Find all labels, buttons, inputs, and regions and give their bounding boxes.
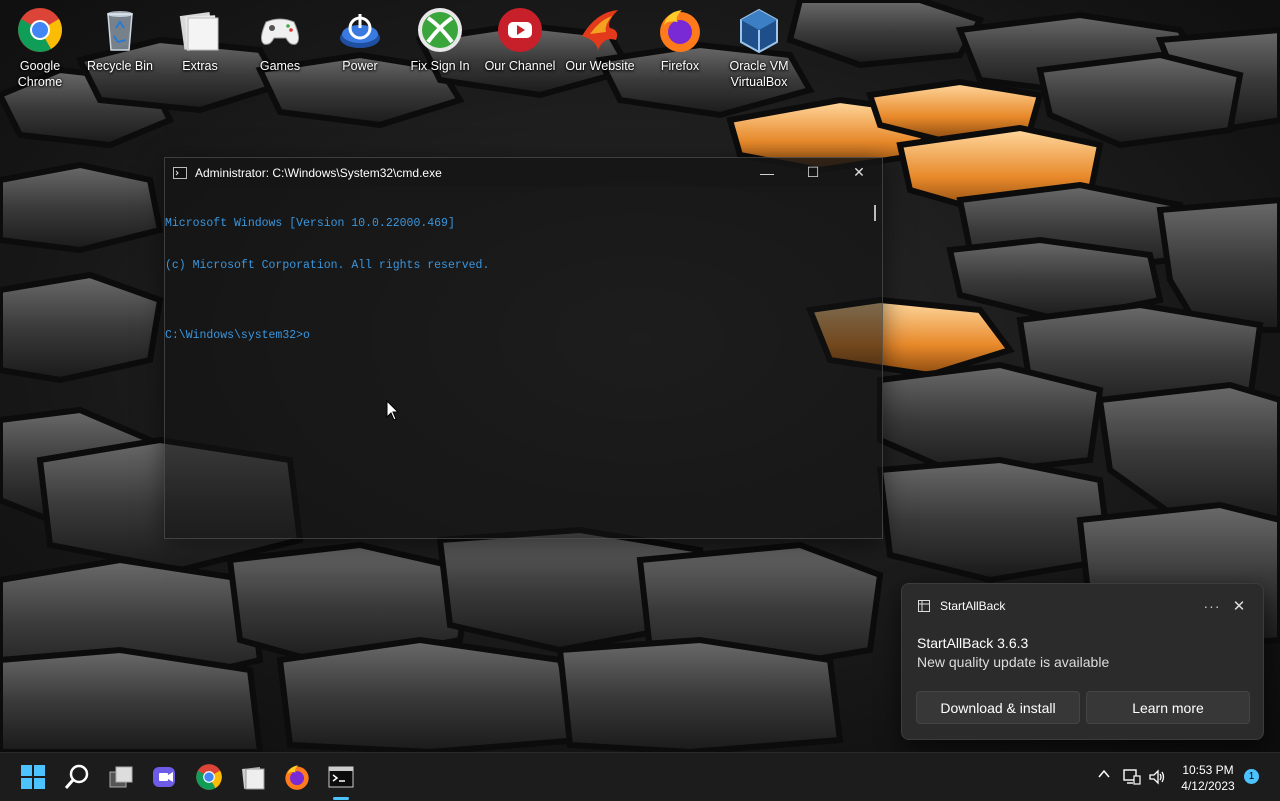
taskbar-clock[interactable]: 10:53 PM 4/12/2023 [1176, 762, 1240, 794]
console-line: (c) Microsoft Corporation. All rights re… [165, 259, 490, 272]
volume-icon[interactable] [1148, 768, 1166, 786]
file-explorer-icon[interactable] [239, 763, 267, 791]
notification-header: StartAllBack ··· ✕ [918, 597, 1251, 615]
cmd-app-icon [173, 166, 187, 179]
download-install-button[interactable]: Download & install [916, 691, 1080, 724]
clock-date: 4/12/2023 [1181, 779, 1235, 793]
desktop-icon-fix-sign-in[interactable]: Fix Sign In [400, 4, 480, 74]
xbox-icon [418, 8, 462, 52]
desktop-icon-extras[interactable]: Extras [160, 4, 240, 74]
cmd-window-title: Administrator: C:\Windows\System32\cmd.e… [195, 165, 442, 180]
recycle-bin-icon [107, 11, 133, 51]
desktop-icon-oracle-vm-virtualbox[interactable]: Oracle VM VirtualBox [719, 4, 799, 90]
desktop-icon-power[interactable]: Power [320, 4, 400, 74]
desktop-icon-label: Firefox [660, 59, 700, 73]
gamepad-icon [260, 18, 300, 45]
desktop-icon-label: Oracle VM [729, 59, 789, 73]
search-icon[interactable] [63, 763, 91, 791]
desktop-icon-label: Extras [182, 59, 218, 73]
folder-icon [179, 11, 219, 51]
task-view-icon[interactable] [107, 763, 135, 791]
console-line: Microsoft Windows [Version 10.0.22000.46… [165, 217, 455, 230]
cmd-window[interactable]: Administrator: C:\Windows\System32\cmd.e… [164, 157, 883, 539]
learn-more-button[interactable]: Learn more [1086, 691, 1250, 724]
desktop-icon-games[interactable]: Games [240, 4, 320, 74]
notification-message: New quality update is available [917, 654, 1110, 670]
close-icon[interactable]: ✕ [1227, 597, 1251, 615]
close-button[interactable]: ✕ [836, 158, 882, 187]
maximize-button[interactable]: ☐ [790, 158, 836, 187]
startallback-app-icon [918, 600, 930, 612]
chat-teams-icon[interactable] [151, 763, 179, 791]
notification-count-badge[interactable]: 1 [1244, 769, 1259, 784]
minimize-button[interactable]: — [744, 158, 790, 187]
firefox-icon[interactable] [283, 763, 311, 791]
desktop-icon-recycle-bin[interactable]: Recycle Bin [80, 4, 160, 74]
phoenix-icon [582, 10, 618, 50]
command-prompt-icon[interactable] [327, 763, 355, 791]
taskbar: 10:53 PM 4/12/2023 1 [0, 752, 1280, 801]
desktop-icon-label: Fix Sign In [410, 59, 470, 73]
desktop-icon-label: VirtualBox [730, 75, 788, 89]
youtube-icon [498, 8, 542, 52]
console-output[interactable]: Microsoft Windows [Version 10.0.22000.46… [165, 187, 882, 371]
desktop-icon-our-channel[interactable]: Our Channel [480, 4, 560, 74]
desktop-icon-label: Power [342, 59, 378, 73]
desktop-icon-our-website[interactable]: Our Website [560, 4, 640, 74]
notification-toast[interactable]: StartAllBack ··· ✕ StartAllBack 3.6.3 Ne… [901, 583, 1264, 740]
cmd-title-bar[interactable]: Administrator: C:\Windows\System32\cmd.e… [165, 158, 882, 187]
clock-time: 10:53 PM [1182, 763, 1234, 777]
more-options-icon[interactable]: ··· [1197, 598, 1227, 614]
desktop-icon-label: Games [259, 59, 301, 73]
desktop-icon-firefox[interactable]: Firefox [640, 4, 720, 74]
virtualbox-icon [740, 8, 778, 54]
notification-app-name: StartAllBack [940, 599, 1006, 613]
firefox-icon [660, 10, 700, 52]
console-scrollbar[interactable] [874, 205, 876, 221]
desktop-icon-label: Google [19, 59, 61, 73]
chevron-up-icon[interactable] [1097, 767, 1111, 781]
chrome-icon[interactable] [195, 763, 223, 791]
network-icon[interactable] [1123, 768, 1141, 786]
chrome-icon [18, 8, 62, 52]
desktop-icon-label: Our Website [565, 59, 635, 73]
desktop-icon-label: Chrome [17, 75, 63, 89]
desktop-icon-google-chrome[interactable]: Google Chrome [0, 4, 80, 90]
power-icon [340, 14, 380, 48]
start-button-windows-icon[interactable] [19, 763, 47, 791]
console-prompt-line[interactable]: C:\Windows\system32>o [165, 329, 882, 343]
desktop-icon-label: Our Channel [484, 59, 556, 73]
desktop-icon-label: Recycle Bin [87, 59, 153, 73]
notification-title: StartAllBack 3.6.3 [917, 635, 1029, 651]
mouse-cursor-icon [386, 400, 400, 421]
